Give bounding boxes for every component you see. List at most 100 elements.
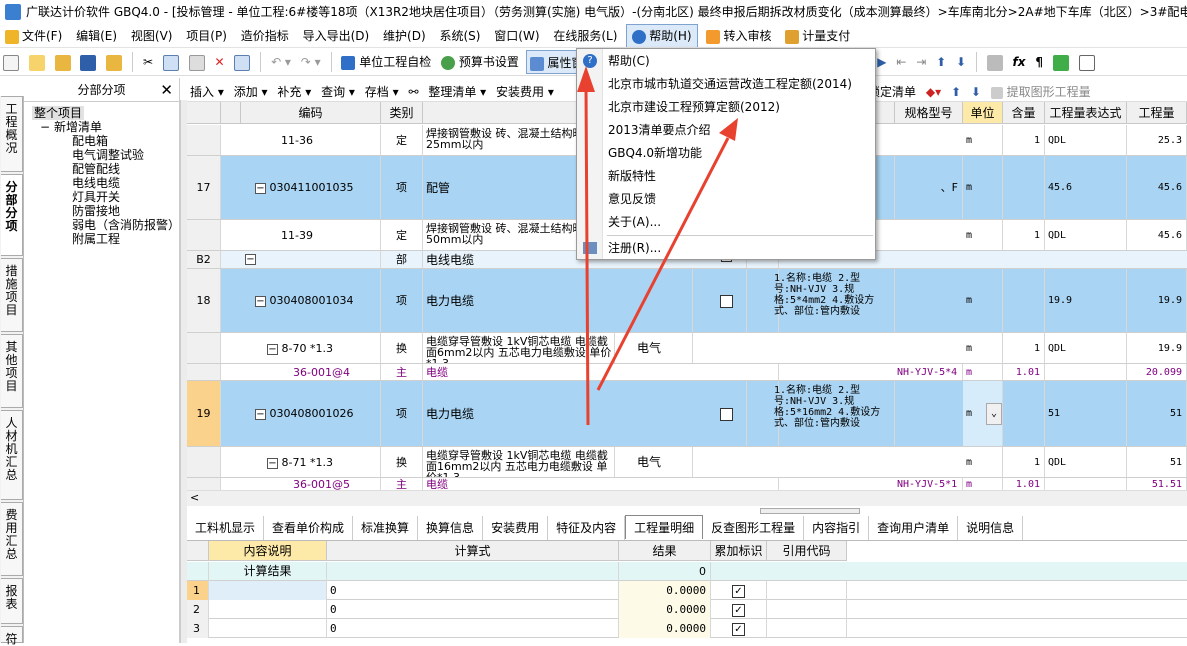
cell-name[interactable]: 电缆 (423, 478, 779, 490)
tab-other-items[interactable]: 其他项目 (1, 334, 23, 408)
cell-feature[interactable]: 、F (877, 156, 963, 219)
redo-icon[interactable]: ↷ ▾ (298, 50, 324, 74)
cell-expression[interactable]: QDL (1045, 220, 1127, 250)
detail-accumulate[interactable]: ✓ (711, 581, 767, 600)
help-item-feedback[interactable]: 意见反馈 (577, 188, 875, 211)
header-type[interactable]: 类别 (381, 102, 423, 124)
calculator-icon[interactable] (984, 50, 1006, 74)
checkbox-checked[interactable]: ✓ (732, 584, 745, 598)
up-icon[interactable]: ⬆ (948, 80, 964, 101)
function-icon[interactable]: fx (1010, 50, 1029, 74)
detail-row[interactable]: 3 0 0.0000 ✓ (187, 619, 1187, 638)
cell-feature[interactable]: 1.名称:电缆 2.型号:NH-VJV 3.规格:5*16mm2 4.敷设方式、… (771, 381, 895, 446)
cell-code[interactable]: − (241, 251, 381, 268)
nav-right-icon[interactable]: ▶ (874, 50, 889, 74)
header-unit[interactable]: 单位 (963, 102, 1003, 124)
tab-install-fee[interactable]: 安装费用 (483, 516, 549, 540)
add-button[interactable]: 添加 ▾ (231, 80, 271, 101)
cell-name[interactable]: 电缆 (423, 364, 779, 380)
tree-expand-icon[interactable]: − (40, 120, 50, 134)
tab-fee-summary[interactable]: 费用汇总 (1, 502, 23, 576)
cell-content[interactable]: 1.01 (1003, 364, 1045, 380)
cell-code[interactable]: 11-39 (241, 220, 381, 250)
install-fee-button[interactable]: 安装费用 ▾ (493, 80, 557, 101)
menu-view[interactable]: 视图(V) (126, 24, 178, 47)
checkbox[interactable] (720, 407, 733, 421)
cell-type[interactable]: 换 (381, 447, 423, 477)
organize-list-button[interactable]: 整理清单 ▾ (425, 80, 489, 101)
detail-formula[interactable]: 0 (327, 600, 619, 619)
cell-code[interactable]: − 030408001026 (241, 381, 381, 446)
cube-icon[interactable] (1050, 50, 1072, 74)
tree-item-whole-project[interactable]: 整个项目 (32, 106, 85, 120)
tree-item-weak-current[interactable]: 弱电（含消防报警） (72, 218, 180, 232)
detail-description[interactable] (209, 581, 327, 600)
cell-content[interactable]: 1 (1003, 220, 1045, 250)
collapse-icon[interactable]: − (255, 295, 266, 307)
cell-expression[interactable]: QDL (1045, 125, 1127, 155)
cell-checkbox[interactable] (707, 381, 747, 446)
tab-conversion-info[interactable]: 换算信息 (418, 516, 484, 540)
copy-icon[interactable] (160, 50, 182, 74)
tab-labor-material-summary[interactable]: 人材机汇总 (1, 410, 23, 500)
cell-code[interactable]: − 8-71 *1.3 (241, 447, 381, 477)
cell-name[interactable]: 电缆穿导管敷设 1kV铜芯电缆 电缆截面16mm2以内 五芯电力电缆敷设 单价*… (423, 447, 615, 477)
cell-expression[interactable] (1045, 364, 1127, 380)
down-icon[interactable]: ⬇ (968, 80, 984, 101)
extract-quantity-button[interactable]: 提取图形工程量 (988, 80, 1094, 101)
detail-ref-code[interactable] (767, 619, 847, 638)
menu-import-export[interactable]: 导入导出(D) (298, 24, 375, 47)
cell-quantity[interactable]: 51.51 (1127, 478, 1187, 490)
cell-type[interactable]: 定 (381, 125, 423, 155)
cell-unit[interactable]: m (963, 269, 1003, 332)
detail-description[interactable] (209, 619, 327, 638)
checkbox[interactable] (720, 294, 733, 308)
pane-splitter-handle[interactable] (760, 508, 860, 514)
new-icon[interactable] (0, 50, 22, 74)
cell-expression[interactable]: QDL (1045, 333, 1127, 363)
cell-content[interactable]: 1.01 (1003, 478, 1045, 490)
table-row[interactable]: − 8-71 *1.3 换 电缆穿导管敷设 1kV铜芯电缆 电缆截面16mm2以… (187, 447, 1187, 478)
help-item-rail-quota-2014[interactable]: 北京市城市轨道交通运营改造工程定额(2014) (577, 73, 875, 96)
detail-header-accumulate[interactable]: 累加标识 (711, 541, 767, 561)
cell-type[interactable]: 项 (381, 269, 423, 332)
help-item-new-features[interactable]: GBQ4.0新增功能 (577, 142, 875, 165)
cell-feature[interactable]: 1.名称:电缆 2.型号:NH-VJV 3.规格:5*4mm2 4.敷设方式、部… (771, 269, 895, 332)
cell-unit[interactable]: m (963, 478, 1003, 490)
detail-description[interactable] (209, 600, 327, 619)
cell-quantity[interactable]: 51 (1127, 381, 1187, 446)
collapse-icon[interactable]: − (255, 182, 266, 194)
cell-spec[interactable]: NH-YJV-5*4 (895, 364, 963, 380)
cell-quantity[interactable]: 45.6 (1127, 156, 1187, 219)
menu-window[interactable]: 窗口(W) (489, 24, 544, 47)
collapse-icon[interactable]: − (267, 457, 278, 469)
move-up-icon[interactable]: ⬆ (933, 50, 949, 74)
help-item-list-intro-2013[interactable]: 2013清单要点介绍 (577, 119, 875, 142)
menu-project[interactable]: 项目(P) (181, 24, 232, 47)
help-item-help[interactable]: ? 帮助(C) (577, 50, 875, 73)
undo-icon[interactable]: ↶ ▾ (268, 50, 294, 74)
checkbox-checked[interactable]: ✓ (732, 622, 745, 636)
cell-content[interactable]: 1 (1003, 333, 1045, 363)
help-item-register[interactable]: 注册(R)... (577, 237, 875, 260)
cell-unit[interactable]: m (963, 156, 1003, 219)
tab-description[interactable]: 说明信息 (958, 516, 1024, 540)
align-left-icon[interactable]: ⇤ (893, 50, 909, 74)
cell-type[interactable]: 定 (381, 220, 423, 250)
menu-system[interactable]: 系统(S) (434, 24, 485, 47)
cell-expression[interactable]: 19.9 (1045, 269, 1127, 332)
table-row[interactable]: 19 − 030408001026 项 电力电缆 1.名称:电缆 2.型号:NH… (187, 381, 1187, 447)
cut-icon[interactable]: ✂ (140, 50, 156, 74)
checkbox-checked[interactable]: ✓ (732, 603, 745, 617)
tab-features[interactable]: 特征及内容 (548, 516, 626, 540)
cell-electrical[interactable]: 电气 (615, 447, 693, 477)
cell-quantity[interactable]: 45.6 (1127, 220, 1187, 250)
cell-type[interactable]: 部 (381, 251, 423, 268)
insert-button[interactable]: 插入 ▾ (187, 80, 227, 101)
cell-type[interactable]: 主 (381, 364, 423, 380)
delete-icon[interactable]: ✕ (212, 50, 228, 74)
header-spec[interactable]: 规格型号 (895, 102, 963, 124)
help-item-budget-quota-2012[interactable]: 北京市建设工程预算定额(2012) (577, 96, 875, 119)
cell-content[interactable] (1003, 269, 1045, 332)
cell-unit[interactable]: m (963, 364, 1003, 380)
